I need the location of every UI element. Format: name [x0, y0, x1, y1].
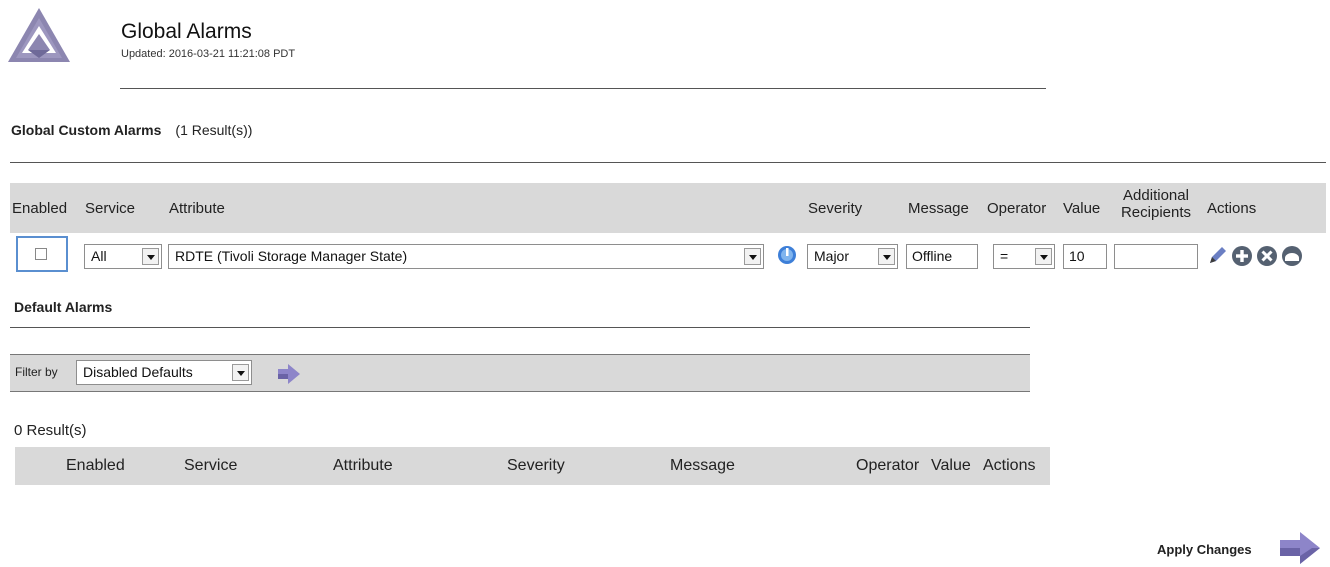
service-select[interactable]: All	[84, 244, 162, 269]
col-header-operator: Operator	[987, 200, 1047, 217]
default-col-header-severity: Severity	[507, 457, 565, 474]
operator-select-value: =	[1000, 248, 1009, 264]
default-col-header-service: Service	[184, 457, 238, 474]
chevron-down-icon	[142, 248, 159, 265]
default-col-header-message: Message	[670, 457, 735, 474]
attribute-select[interactable]: RDTE (Tivoli Storage Manager State)	[168, 244, 764, 269]
page-title: Global Alarms	[121, 20, 252, 43]
custom-alarms-count: (1 Result(s))	[175, 122, 253, 138]
filter-go-arrow-icon[interactable]	[276, 363, 302, 385]
message-input[interactable]: Offline	[906, 244, 978, 269]
attribute-select-value: RDTE (Tivoli Storage Manager State)	[175, 248, 408, 264]
chevron-down-icon	[232, 364, 249, 381]
operator-select[interactable]: =	[993, 244, 1055, 269]
filter-select-value: Disabled Defaults	[83, 364, 193, 380]
col-header-value: Value	[1063, 200, 1101, 217]
chevron-down-icon	[744, 248, 761, 265]
default-alarms-title: Default Alarms	[14, 299, 113, 315]
apply-changes-label[interactable]: Apply Changes	[1157, 542, 1252, 557]
col-header-additional-recipients: Additional Recipients	[1120, 187, 1192, 221]
triangle-logo-icon	[8, 8, 70, 62]
col-header-severity: Severity	[808, 200, 863, 217]
default-col-header-attribute: Attribute	[333, 457, 393, 474]
move-row-icon[interactable]	[1281, 245, 1303, 267]
chevron-down-icon	[878, 248, 895, 265]
enabled-checkbox-cell[interactable]	[16, 236, 68, 272]
default-col-header-actions: Actions	[983, 457, 1036, 474]
filter-label: Filter by	[15, 365, 58, 379]
additional-recipients-input[interactable]	[1114, 244, 1198, 269]
enabled-checkbox[interactable]	[35, 248, 47, 260]
default-col-header-enabled: Enabled	[66, 457, 125, 474]
header-divider	[120, 88, 1046, 89]
default-alarms-divider	[10, 327, 1030, 328]
updated-timestamp: Updated: 2016-03-21 11:21:08 PDT	[121, 48, 296, 60]
col-header-message: Message	[908, 200, 969, 217]
chevron-down-icon	[1035, 248, 1052, 265]
col-header-actions: Actions	[1207, 200, 1257, 217]
default-col-header-value: Value	[931, 457, 971, 474]
custom-alarms-divider	[10, 162, 1326, 163]
value-input[interactable]: 10	[1063, 244, 1107, 269]
default-col-header-operator: Operator	[856, 457, 920, 474]
custom-alarms-title: Global Custom Alarms	[11, 122, 162, 138]
service-select-value: All	[91, 248, 107, 264]
default-alarms-result-count: 0 Result(s)	[14, 422, 87, 439]
col-header-service: Service	[85, 200, 136, 217]
attribute-info-icon[interactable]	[777, 245, 797, 265]
filter-select[interactable]: Disabled Defaults	[76, 360, 252, 385]
custom-alarms-heading: Global Custom Alarms (1 Result(s))	[11, 122, 252, 138]
col-header-attribute: Attribute	[169, 200, 225, 217]
col-header-enabled: Enabled	[12, 200, 68, 217]
apply-changes-arrow-icon[interactable]	[1278, 530, 1322, 566]
edit-pencil-icon[interactable]	[1206, 245, 1228, 267]
severity-select[interactable]: Major	[807, 244, 898, 269]
delete-row-icon[interactable]	[1256, 245, 1278, 267]
severity-select-value: Major	[814, 248, 850, 264]
add-row-icon[interactable]	[1231, 245, 1253, 267]
